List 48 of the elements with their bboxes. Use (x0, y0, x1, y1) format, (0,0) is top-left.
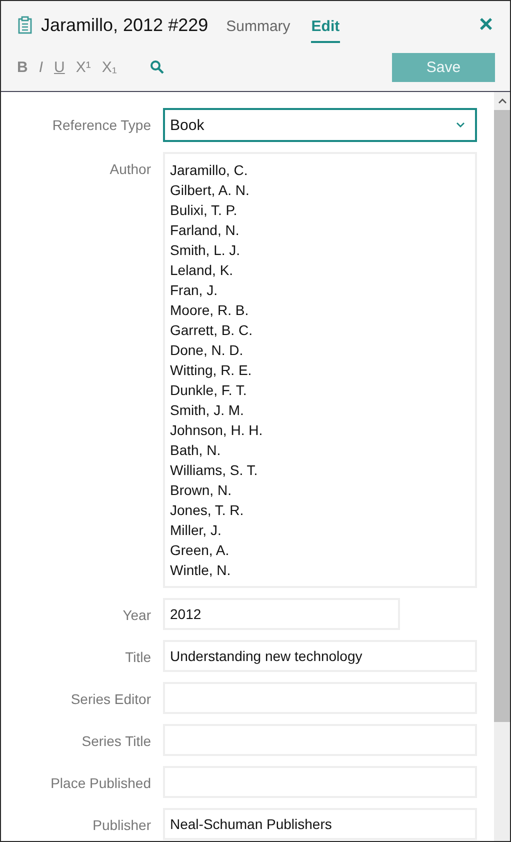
input-field[interactable]: Neal-Schuman Publishers (163, 808, 477, 840)
author-name: Farland, N. (170, 221, 240, 240)
format-button[interactable]: U (54, 58, 65, 76)
author-name: Green, A. (170, 541, 230, 560)
record-title: Jaramillo, 2012 #229 (41, 14, 208, 36)
field-label: Series Title (80, 732, 151, 751)
author-name: Moore, R. B. (170, 301, 249, 320)
author-name: Bulixi, T. P. (170, 201, 238, 220)
author-name: Brown, N. (170, 481, 232, 500)
format-button[interactable]: I (38, 58, 44, 76)
scrollbar[interactable] (494, 92, 510, 841)
author-name: Leland, K. (170, 261, 234, 280)
author-name: Gilbert, A. N. (170, 181, 250, 200)
field-label: Author (108, 160, 151, 179)
search-icon[interactable] (150, 60, 164, 74)
author-name: Smith, J. M. (170, 401, 244, 420)
tab[interactable]: Summary (226, 12, 290, 42)
author-name: Jones, T. R. (170, 501, 244, 520)
scroll-up-icon[interactable] (498, 98, 506, 104)
field-label: Reference Type (51, 116, 151, 135)
close-button[interactable]: × (478, 15, 493, 35)
author-name: Garrett, B. C. (170, 321, 252, 340)
author-name: Bath, N. (170, 441, 221, 460)
clipboard-icon (18, 16, 32, 34)
field-label: Place Published (50, 774, 151, 793)
format-button[interactable]: X₁ (102, 58, 117, 76)
field-label: Publisher (92, 816, 151, 835)
author-name: Done, N. D. (170, 341, 244, 360)
input-field[interactable]: 2012 (163, 598, 400, 630)
author-name: Dunkle, F. T. (170, 381, 247, 400)
author-name: Wintle, N. (170, 561, 231, 580)
author-name: Witting, R. E. (170, 361, 252, 380)
input-field[interactable]: Understanding new technology (163, 640, 477, 672)
format-button[interactable]: B (17, 58, 28, 76)
author-name: Williams, S. T. (170, 461, 258, 480)
author-name: Johnson, H. H. (170, 421, 263, 440)
author-name: Miller, J. (170, 521, 222, 540)
author-name: Smith, L. J. (170, 241, 240, 260)
field-label: Year (122, 606, 151, 625)
chevron-down-icon (456, 122, 465, 128)
reference-type-dropdown[interactable]: Book (163, 108, 477, 142)
tab[interactable]: Edit (311, 12, 340, 42)
field-label: Title (124, 648, 151, 667)
author-name: Fran, J. (170, 281, 218, 300)
format-button[interactable]: X¹ (76, 58, 91, 76)
scrollbar-thumb[interactable] (494, 110, 510, 722)
author-name: Jaramillo, C. (170, 161, 248, 180)
field-label: Series Editor (70, 690, 151, 709)
